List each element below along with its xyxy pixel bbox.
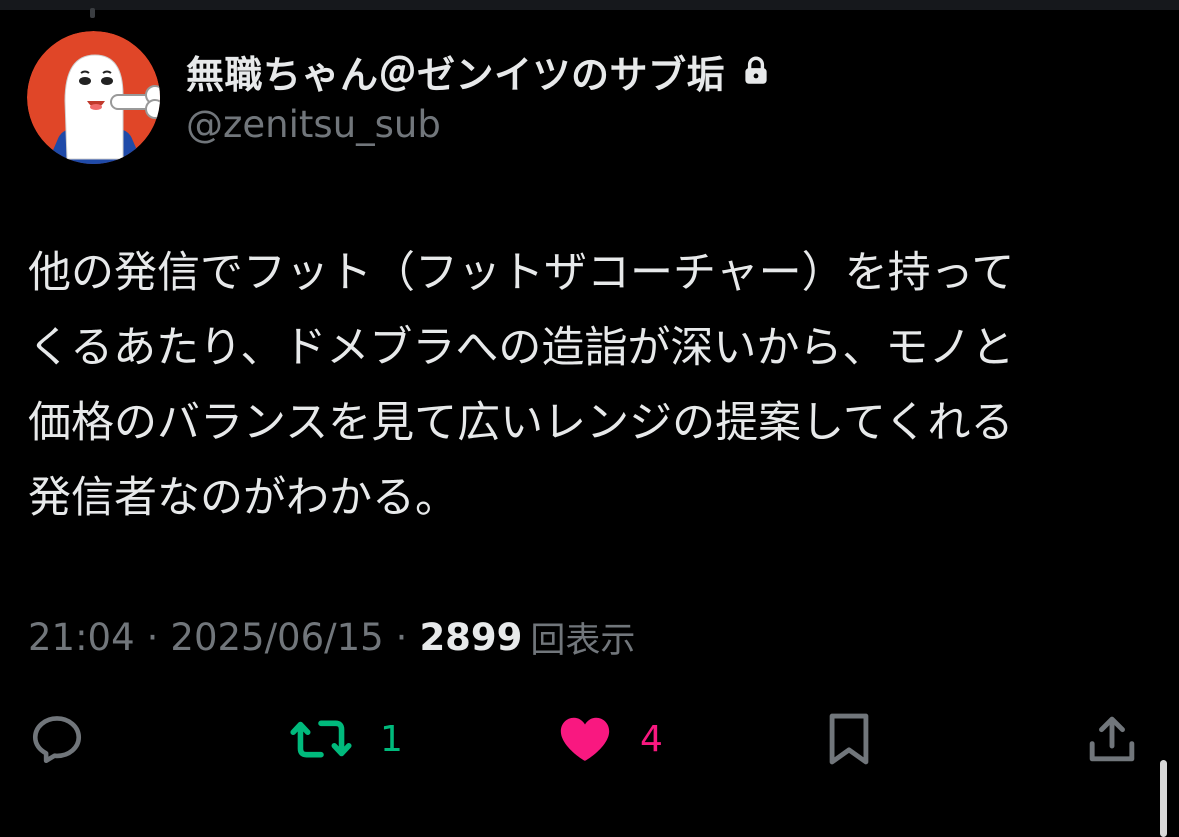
retweet-count: 1 (380, 718, 403, 760)
display-name[interactable]: 無職ちゃん＠ゼンイツのサブ垢 (186, 44, 725, 99)
bookmark-icon (829, 713, 869, 765)
top-strip-marker (90, 8, 95, 18)
retweet-icon (290, 720, 352, 758)
heart-filled-icon (560, 717, 610, 761)
reply-bubble-icon (32, 716, 82, 764)
views-count[interactable]: 2899 (419, 616, 522, 659)
like-button[interactable]: 4 (556, 708, 663, 770)
tweet-date[interactable]: 2025/06/15 (170, 616, 383, 659)
share-upload-icon (1089, 716, 1135, 762)
meta-separator: · (395, 615, 408, 659)
tweet-meta: 21:04 · 2025/06/15 · 2899 回表示 (28, 612, 635, 662)
avatar[interactable] (27, 31, 160, 164)
meta-separator: · (146, 615, 159, 659)
display-name-row: 無職ちゃん＠ゼンイツのサブ垢 (186, 44, 773, 99)
tweet-time[interactable]: 21:04 (28, 616, 135, 659)
tweet-text: 他の発信でフット（フットザコーチャー）を持って くるあたり、ドメブラへの造詣が深… (28, 248, 1015, 523)
bookmark-button[interactable] (824, 708, 874, 770)
user-handle[interactable]: @zenitsu_sub (186, 103, 441, 146)
reply-button[interactable] (28, 708, 86, 770)
lock-icon (739, 54, 773, 88)
views-label: 回表示 (530, 620, 636, 661)
scrollbar-thumb[interactable] (1160, 760, 1167, 837)
top-divider-strip (0, 0, 1179, 10)
retweet-button[interactable]: 1 (288, 708, 403, 770)
like-count: 4 (640, 718, 663, 760)
share-button[interactable] (1084, 708, 1140, 770)
